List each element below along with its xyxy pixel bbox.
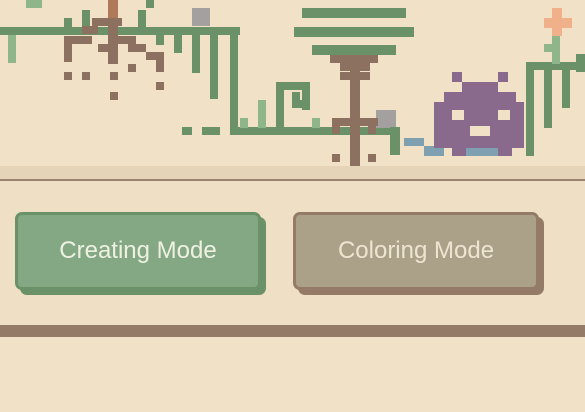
bottom-panel: [0, 337, 585, 412]
tree-canopy: [294, 8, 414, 55]
rock: [192, 8, 210, 26]
rock: [376, 110, 396, 128]
creating-mode-button[interactable]: Creating Mode: [15, 212, 261, 290]
coloring-mode-label: Coloring Mode: [337, 237, 495, 264]
toolbar-divider: [0, 325, 585, 337]
ground-band: [0, 166, 585, 179]
pixel-garden-canvas[interactable]: [0, 0, 585, 166]
coloring-mode-button[interactable]: Coloring Mode: [293, 212, 539, 290]
creating-mode-label: Creating Mode: [59, 237, 217, 264]
